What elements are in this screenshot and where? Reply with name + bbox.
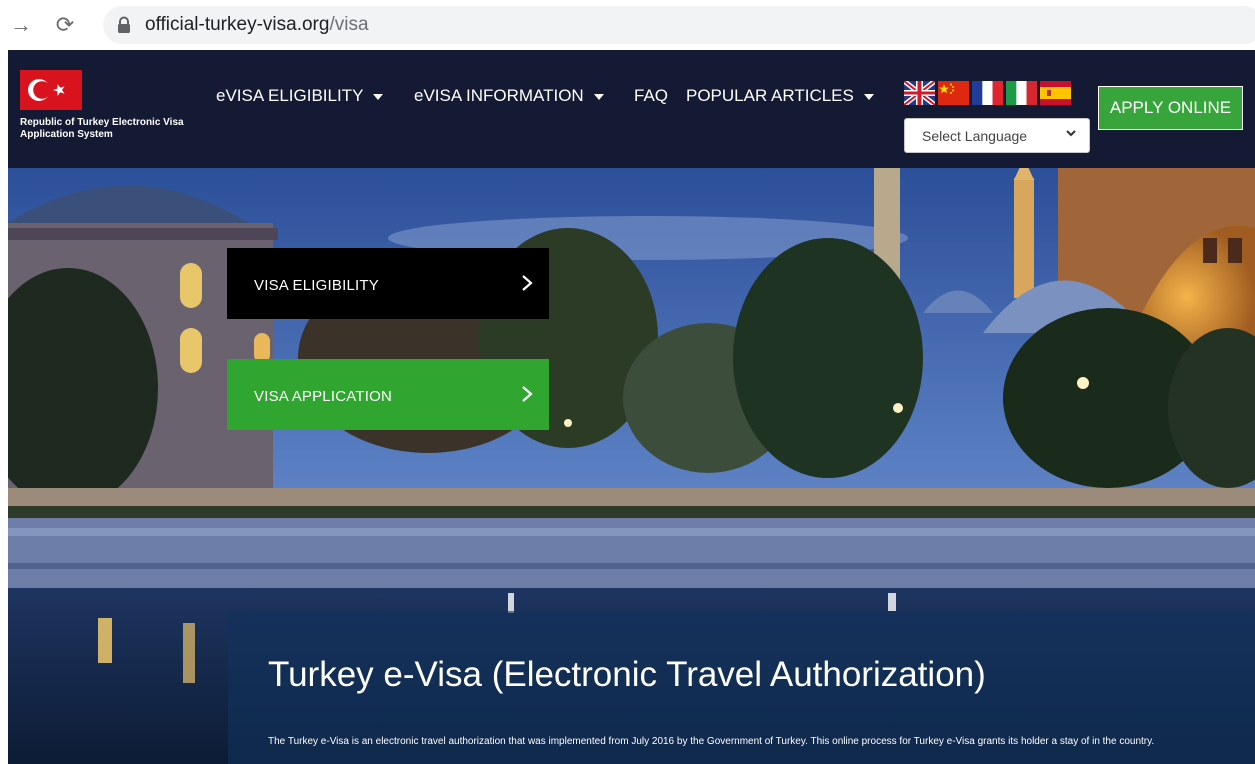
language-select[interactable]: Select Language xyxy=(904,118,1090,153)
apply-online-button[interactable]: APPLY ONLINE xyxy=(1098,86,1243,130)
menu-evisa-eligibility[interactable]: eVISA ELIGIBILITY xyxy=(216,86,384,106)
chevron-right-icon xyxy=(522,275,533,291)
url-text: official-turkey-visa.org/visa xyxy=(145,14,369,36)
menu-label: FAQ xyxy=(634,86,669,105)
forward-arrow-icon[interactable]: → xyxy=(8,12,34,38)
crescent-star-icon xyxy=(28,79,65,101)
menu-label: eVISA INFORMATION xyxy=(414,86,584,105)
site-tagline: Republic of Turkey Electronic Visa Appli… xyxy=(20,117,184,140)
spain-flag-icon[interactable] xyxy=(1040,81,1071,105)
page-title: Turkey e-Visa (Electronic Travel Authori… xyxy=(268,655,986,694)
menu-evisa-information[interactable]: eVISA INFORMATION xyxy=(414,86,604,106)
visa-application-button[interactable]: VISA APPLICATION xyxy=(227,359,549,430)
caret-down-icon xyxy=(593,93,604,100)
url-host: official-turkey-visa.org xyxy=(145,14,330,35)
visa-eligibility-label: VISA ELIGIBILITY xyxy=(254,277,379,294)
menu-faq[interactable]: FAQ xyxy=(634,86,668,106)
browser-toolbar: → ⟳ official-turkey-visa.org/visa xyxy=(0,0,1255,50)
menu-label: POPULAR ARTICLES xyxy=(686,86,854,105)
language-flags xyxy=(904,81,1071,105)
reload-icon[interactable]: ⟳ xyxy=(52,12,78,38)
france-flag-icon[interactable] xyxy=(972,81,1003,105)
chevron-down-icon xyxy=(1066,130,1076,137)
intro-panel: Turkey e-Visa (Electronic Travel Authori… xyxy=(228,611,1255,764)
menu-popular-articles[interactable]: POPULAR ARTICLES xyxy=(686,86,874,106)
caret-down-icon xyxy=(373,93,384,100)
address-bar[interactable]: official-turkey-visa.org/visa xyxy=(103,6,1255,44)
china-flag-icon[interactable] xyxy=(938,81,969,105)
turkey-flag-logo[interactable] xyxy=(20,70,82,110)
lock-icon xyxy=(118,16,130,33)
caret-down-icon xyxy=(863,93,874,100)
uk-flag-icon[interactable] xyxy=(904,81,935,105)
url-path: /visa xyxy=(329,14,369,35)
menu-label: eVISA ELIGIBILITY xyxy=(216,86,364,105)
intro-text: The Turkey e-Visa is an electronic trave… xyxy=(268,736,1155,747)
language-select-value: Select Language xyxy=(922,128,1028,144)
visa-eligibility-button[interactable]: VISA ELIGIBILITY xyxy=(227,248,549,319)
italy-flag-icon[interactable] xyxy=(1006,81,1037,105)
hero-section: VISA ELIGIBILITY VISA APPLICATION Turkey… xyxy=(8,168,1255,764)
site-header: Republic of Turkey Electronic Visa Appli… xyxy=(8,50,1255,168)
chevron-right-icon xyxy=(522,386,533,402)
visa-application-label: VISA APPLICATION xyxy=(254,388,392,405)
